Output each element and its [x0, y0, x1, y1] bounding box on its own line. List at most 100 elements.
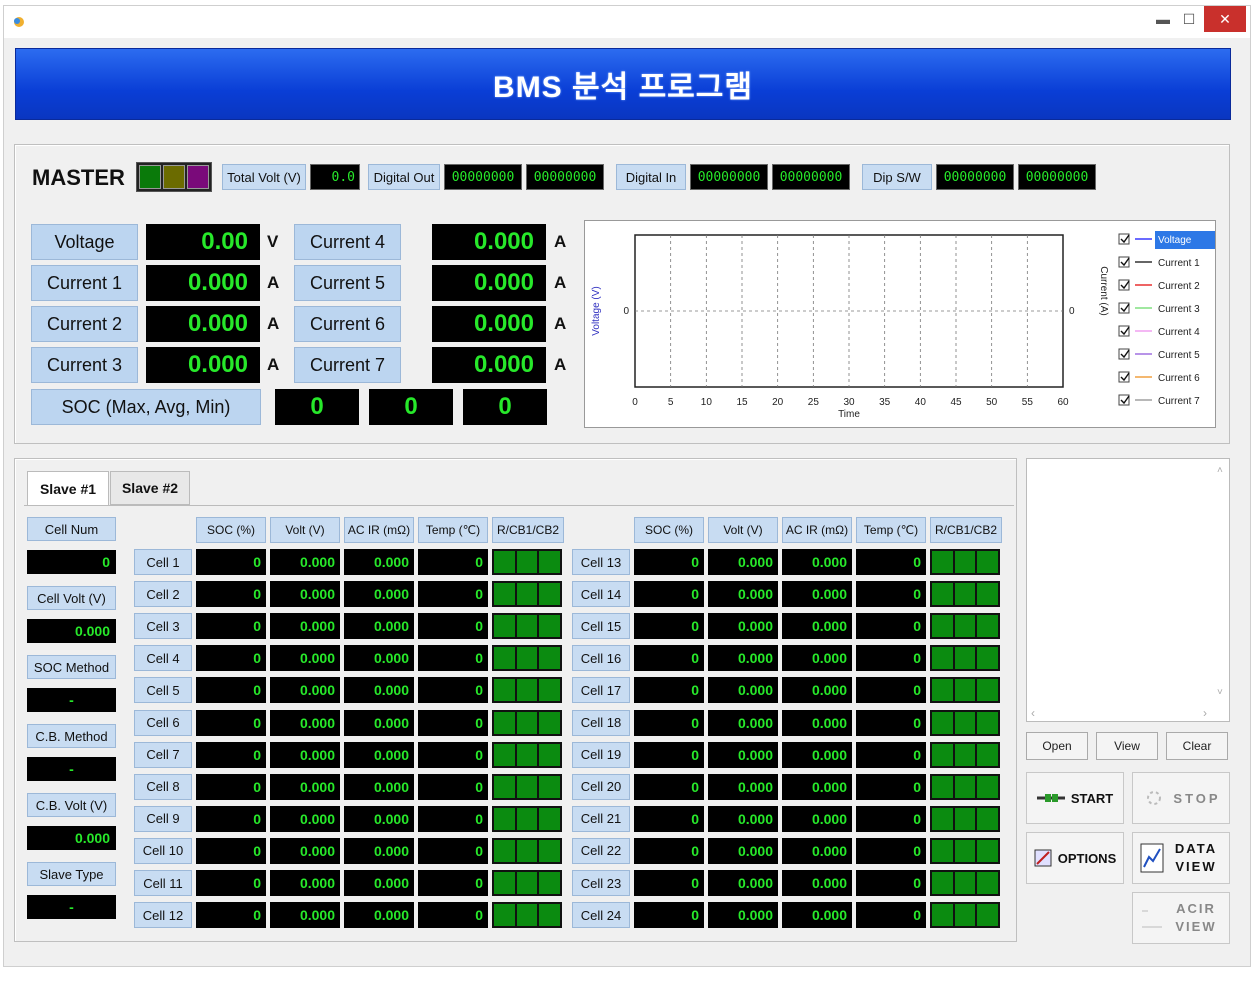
cb-indicator: [516, 647, 538, 670]
tab-slave-1[interactable]: Slave #1: [27, 471, 109, 505]
cell-10-volt: 0.000: [270, 837, 340, 864]
current2-unit: A: [267, 314, 280, 333]
cell-20-acir: 0.000: [782, 773, 852, 800]
cell-9-cb-indicators: [492, 805, 562, 832]
cell-10-temp: 0: [418, 837, 488, 864]
cell-13-volt: 0.000: [708, 549, 778, 575]
data-view-icon: [1140, 843, 1164, 873]
cell-15-temp: 0: [856, 613, 926, 640]
cb-indicator: [494, 904, 515, 927]
cell-24-cb-indicators: [930, 902, 1000, 929]
cb-indicator: [954, 679, 976, 702]
cell-5-acir: 0.000: [344, 677, 414, 704]
tab-slave-2[interactable]: Slave #2: [110, 471, 190, 505]
options-button[interactable]: OPTIONS: [1026, 832, 1124, 884]
x-tick-label: 20: [772, 397, 784, 408]
connect-icon: [1036, 794, 1065, 802]
cb-indicator: [954, 807, 976, 830]
cell-label-16: Cell 16: [572, 645, 630, 672]
view-button[interactable]: View: [1096, 732, 1158, 760]
legend-label: Current 5: [1158, 350, 1200, 361]
cell-11-temp: 0: [418, 870, 488, 896]
current1-unit: A: [267, 273, 280, 292]
scroll-down-icon: ˅: [1217, 687, 1223, 698]
cell-16-temp: 0: [856, 645, 926, 672]
cell-label-10: Cell 10: [134, 837, 192, 864]
x-tick-label: 5: [668, 397, 674, 408]
options-icon: [1034, 849, 1052, 867]
cell-label-15: Cell 15: [572, 613, 630, 640]
cb-indicator: [516, 839, 538, 862]
cell-label-8: Cell 8: [134, 773, 192, 800]
digital-in-value-2: 00000000: [772, 164, 850, 190]
cell-22-acir: 0.000: [782, 837, 852, 864]
soc-min-value: 0: [463, 389, 547, 425]
x-tick-label: 50: [986, 397, 998, 408]
clear-button[interactable]: Clear: [1166, 732, 1228, 760]
cell-11-soc: 0: [196, 870, 266, 896]
legend-label: Current 7: [1158, 396, 1200, 407]
voltage-unit: V: [267, 232, 279, 251]
cell-16-acir: 0.000: [782, 645, 852, 672]
cell-18-volt: 0.000: [708, 709, 778, 736]
cb-indicator: [977, 583, 999, 606]
minimize-button[interactable]: ▬: [1152, 6, 1174, 32]
master-chart: 0 5 10 15 20 25 30 35 40 45 50 55 60 0 0 Time Voltage (V…: [584, 220, 1216, 428]
close-button[interactable]: ✕: [1204, 6, 1246, 32]
digital-out-value-2: 00000000: [526, 164, 604, 190]
cell-18-cb-indicators: [930, 709, 1000, 736]
chart-canvas: 0 5 10 15 20 25 30 35 40 45 50 55 60 0 0 Time Voltage (V…: [591, 231, 1215, 420]
current7-label: Current 7: [294, 347, 401, 383]
cell-17-acir: 0.000: [782, 677, 852, 704]
col-header-acir-2: AC IR (mΩ): [782, 517, 852, 543]
cb-indicator: [932, 743, 953, 766]
cell-1-cb-indicators: [492, 549, 562, 575]
cell-14-temp: 0: [856, 581, 926, 608]
cell-label-5: Cell 5: [134, 677, 192, 704]
cell-6-temp: 0: [418, 709, 488, 736]
x-axis-label: Time: [838, 409, 860, 420]
cb-indicator: [932, 807, 953, 830]
open-button[interactable]: Open: [1026, 732, 1088, 760]
cb-indicator: [977, 775, 999, 798]
digital-out-label: Digital Out: [368, 164, 440, 190]
cell-24-soc: 0: [634, 902, 704, 929]
title-bar: ▬ ☐ ✕: [4, 6, 1250, 38]
cell-volt-label: Cell Volt (V): [27, 586, 116, 610]
cb-indicator: [494, 679, 515, 702]
cell-2-soc: 0: [196, 581, 266, 608]
maximize-button[interactable]: ☐: [1178, 6, 1200, 32]
soc-max-value: 0: [275, 389, 359, 425]
cell-20-temp: 0: [856, 773, 926, 800]
data-view-button[interactable]: DATA VIEW: [1132, 832, 1230, 884]
stop-label: STOP: [1173, 790, 1221, 806]
cell-23-acir: 0.000: [782, 870, 852, 896]
scroll-right-icon: ›: [1203, 706, 1207, 720]
cb-indicator: [539, 807, 561, 830]
cb-indicator: [494, 615, 515, 638]
x-tick-label: 45: [950, 397, 962, 408]
cell-23-volt: 0.000: [708, 870, 778, 896]
cell-1-volt: 0.000: [270, 549, 340, 575]
cell-23-soc: 0: [634, 870, 704, 896]
cell-15-volt: 0.000: [708, 613, 778, 640]
cb-indicator: [539, 583, 561, 606]
cb-method-label: C.B. Method: [27, 724, 116, 748]
col-header-soc-2: SOC (%): [634, 517, 704, 543]
cell-13-cb-indicators: [930, 549, 1000, 575]
current3-value: 0.000: [146, 347, 260, 383]
log-list[interactable]: ˄ ˅ ‹ ›: [1026, 458, 1230, 722]
acir-view-icon: [1142, 910, 1162, 928]
stop-button[interactable]: STOP: [1132, 772, 1230, 824]
legend-label: Voltage: [1158, 235, 1192, 246]
cb-indicator: [954, 839, 976, 862]
legend-label: Current 1: [1158, 258, 1200, 269]
start-button[interactable]: START: [1026, 772, 1124, 824]
current1-value: 0.000: [146, 265, 260, 301]
cb-indicator: [494, 872, 515, 894]
cell-20-volt: 0.000: [708, 773, 778, 800]
cb-indicator: [977, 679, 999, 702]
acir-view-button[interactable]: ACIR VIEW: [1132, 892, 1230, 944]
slave-type-value: -: [27, 895, 116, 919]
dip-sw-label: Dip S/W: [862, 164, 932, 190]
